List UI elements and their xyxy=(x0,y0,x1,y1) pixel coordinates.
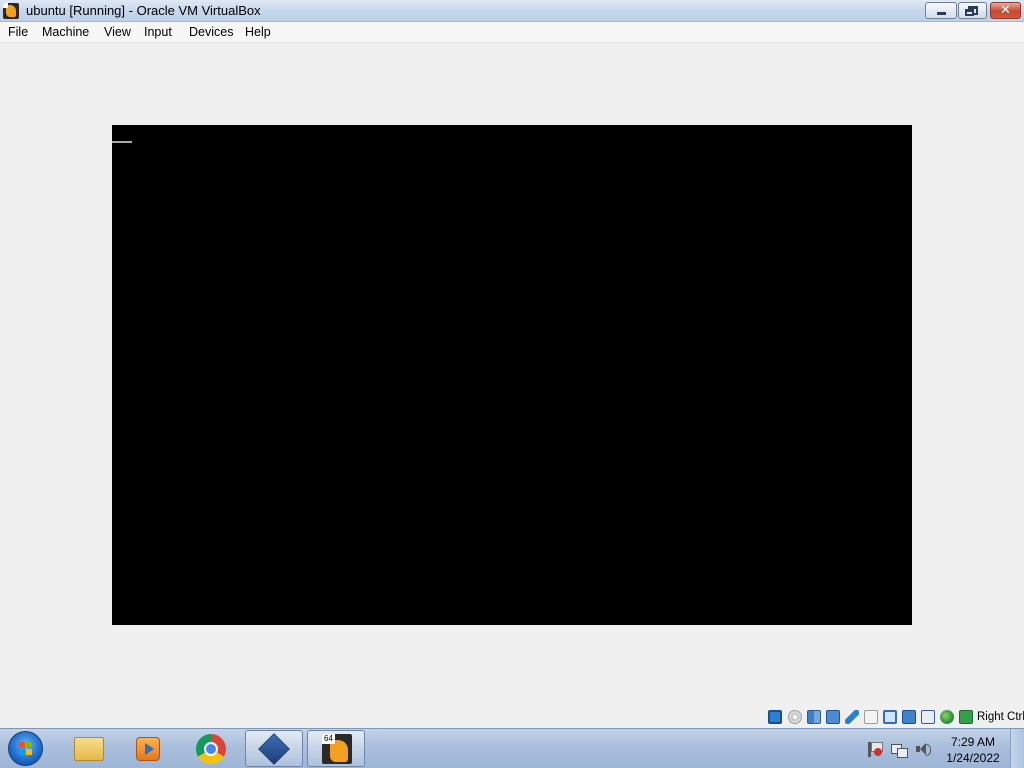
taskbar-chrome[interactable] xyxy=(182,730,240,767)
text-cursor xyxy=(112,141,132,143)
status-bar: Right Ctrl xyxy=(0,707,1024,728)
clock-time: 7:29 AM xyxy=(950,735,996,749)
mouse-integration-icon[interactable] xyxy=(940,710,954,724)
taskbar: 64 7:29 AM 1/24/2022 xyxy=(0,728,1024,768)
vm-display[interactable] xyxy=(112,125,912,625)
chrome-icon xyxy=(196,734,226,764)
audio-icon[interactable] xyxy=(807,710,821,724)
video-capture-icon[interactable] xyxy=(902,710,916,724)
optical-drive-icon[interactable] xyxy=(788,710,802,724)
menu-bar: File Machine View Input Devices Help xyxy=(0,22,1024,43)
clock[interactable]: 7:29 AM 1/24/2022 xyxy=(942,734,1004,766)
network-icon[interactable] xyxy=(826,710,840,724)
restore-button[interactable] xyxy=(958,2,987,19)
menu-devices[interactable]: Devices xyxy=(189,25,233,39)
windows-explorer-icon xyxy=(74,737,104,761)
menu-file[interactable]: File xyxy=(8,25,28,39)
action-center-icon[interactable] xyxy=(866,741,883,757)
show-desktop-button[interactable] xyxy=(1010,729,1024,768)
cpu-icon[interactable] xyxy=(921,710,935,724)
taskbar-explorer[interactable] xyxy=(60,730,118,767)
vm-64bit-badge: 64 xyxy=(322,734,335,744)
display-icon[interactable] xyxy=(883,710,897,724)
taskbar-media-player[interactable] xyxy=(120,730,178,767)
virtualbox-icon xyxy=(258,733,290,765)
usb-icon[interactable] xyxy=(845,710,859,724)
close-icon: ✕ xyxy=(1000,2,1011,17)
windows-logo-icon xyxy=(19,742,33,756)
taskbar-virtualbox-manager[interactable] xyxy=(245,730,303,767)
window-title: ubuntu [Running] - Oracle VM VirtualBox xyxy=(26,3,261,18)
minimize-button[interactable] xyxy=(925,2,957,19)
menu-help[interactable]: Help xyxy=(245,25,271,39)
taskbar-virtualbox-vm[interactable]: 64 xyxy=(307,730,365,767)
restore-icon-back xyxy=(965,9,974,16)
host-key-label: Right Ctrl xyxy=(977,711,1024,723)
shared-folders-icon[interactable] xyxy=(864,710,878,724)
menu-input[interactable]: Input xyxy=(144,25,172,39)
clock-date: 1/24/2022 xyxy=(946,751,1000,765)
keyboard-icon[interactable] xyxy=(959,710,973,724)
start-button[interactable] xyxy=(8,731,43,766)
menu-view[interactable]: View xyxy=(104,25,131,39)
volume-icon[interactable] xyxy=(915,741,931,757)
close-button[interactable]: ✕ xyxy=(990,2,1021,19)
media-player-icon xyxy=(136,737,160,761)
network-status-icon[interactable] xyxy=(891,741,908,758)
minimize-icon xyxy=(937,12,946,15)
hard-disk-icon[interactable] xyxy=(768,710,782,724)
virtualbox-vm-icon xyxy=(3,3,19,19)
title-bar: ubuntu [Running] - Oracle VM VirtualBox … xyxy=(0,0,1024,22)
virtualbox-vm-icon: 64 xyxy=(322,734,352,764)
menu-machine[interactable]: Machine xyxy=(42,25,89,39)
